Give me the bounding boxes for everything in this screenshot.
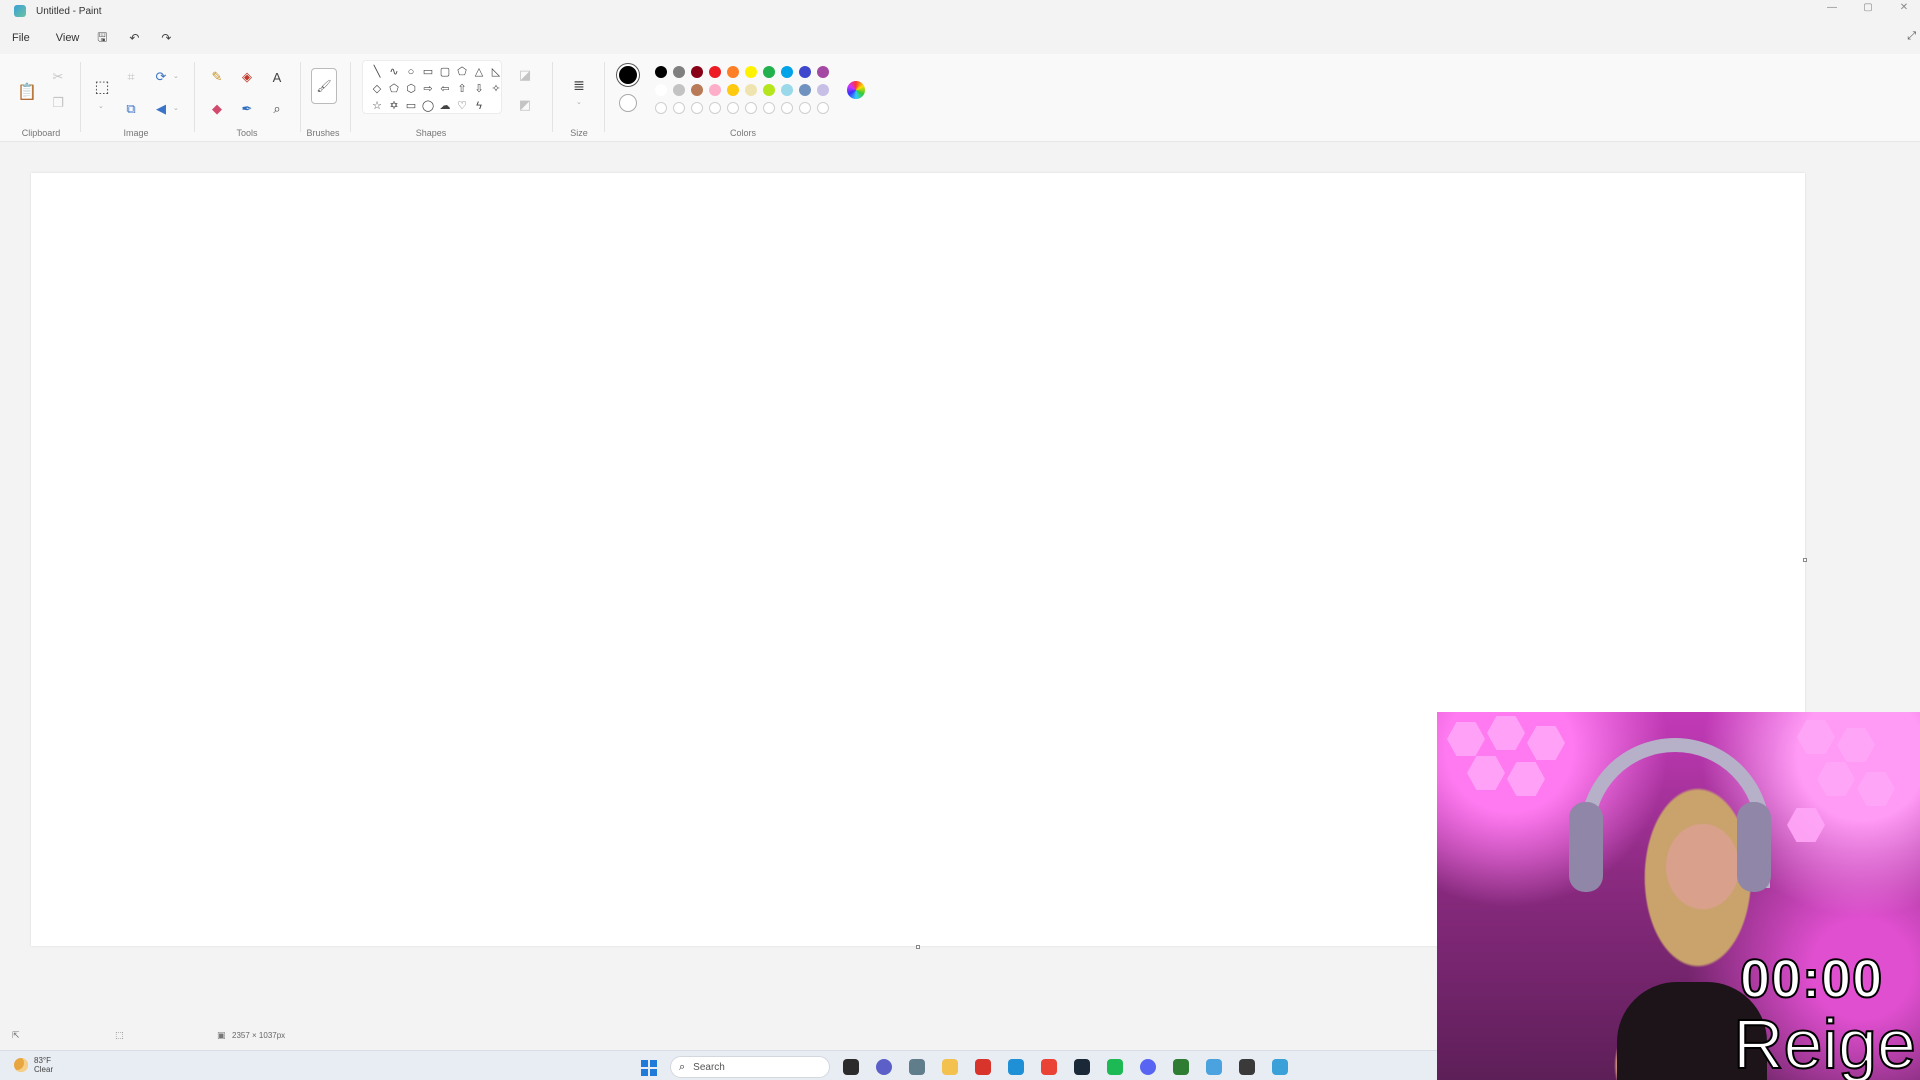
taskbar-app-icon[interactable] (1107, 1059, 1123, 1075)
taskbar-app-icon[interactable] (1206, 1059, 1222, 1075)
paint-window: Untitled - Paint — ▢ ✕ File View 🖫 ↶ ↷ ⤢… (0, 0, 1920, 1080)
taskbar-app-icon[interactable] (1008, 1059, 1024, 1075)
minimize-icon[interactable]: — (1822, 2, 1842, 13)
canvas-resize-handle-bottom[interactable] (916, 945, 920, 949)
ribbon-divider (194, 62, 195, 132)
line-size-icon[interactable]: ≣ (570, 76, 588, 94)
taskbar-app-icon[interactable] (843, 1059, 859, 1075)
maximize-icon[interactable]: ▢ (1858, 2, 1878, 13)
file-menu[interactable]: File (12, 32, 30, 44)
paint-app-icon (14, 5, 26, 17)
resize-icon[interactable]: ⧉ (122, 100, 140, 118)
streamer-name: Reige (1732, 1004, 1917, 1080)
flip-icon[interactable]: ◀ (152, 100, 170, 118)
cut-icon[interactable]: ✂ (49, 68, 67, 86)
search-placeholder: Search (693, 1061, 725, 1073)
ribbon-divider (300, 62, 301, 132)
pencil-icon[interactable]: ✎ (208, 68, 226, 86)
ribbon-divider (80, 62, 81, 132)
outline-icon[interactable]: ◪ (516, 66, 534, 84)
cursor-position-icon: ⇱ (12, 1030, 20, 1040)
title-bar: Untitled - Paint — ▢ ✕ (0, 0, 1920, 22)
stream-timer: 00:00 (1739, 948, 1884, 1010)
ribbon-divider (350, 62, 351, 132)
brush-icon[interactable]: 🖌 (311, 68, 337, 104)
taskbar-app-icon[interactable] (1272, 1059, 1288, 1075)
text-icon[interactable]: A (268, 68, 286, 86)
tools-group-label: Tools (236, 128, 258, 138)
selection-size-icon: ⬚ (115, 1030, 124, 1040)
weather-description: Clear (34, 1065, 54, 1074)
window-controls: — ▢ ✕ (1822, 2, 1914, 13)
close-icon[interactable]: ✕ (1894, 2, 1914, 13)
colors-group-label: Colors (729, 128, 756, 138)
menu-bar: File View 🖫 ↶ ↷ ⤢ (0, 26, 1920, 50)
copy-icon[interactable]: ❐ (49, 94, 67, 112)
canvas-size-icon: ▣ (217, 1030, 226, 1040)
search-icon: ⌕ (679, 1060, 686, 1073)
colors-group: Colors (608, 58, 878, 140)
rotate-icon[interactable]: ⟳ (152, 68, 170, 86)
clipboard-group: 📋 ✂ ❐ Clipboard (4, 58, 78, 140)
eraser-icon[interactable]: ◆ (208, 100, 226, 118)
size-group-label: Size (570, 128, 588, 138)
ribbon-divider (604, 62, 605, 132)
taskbar-app-icon[interactable] (1239, 1059, 1255, 1075)
fullscreen-icon[interactable]: ⤢ (1907, 30, 1916, 43)
taskbar-app-icon[interactable] (975, 1059, 991, 1075)
taskbar-app-icon[interactable] (909, 1059, 925, 1075)
canvas-resize-handle-right[interactable] (1803, 558, 1807, 562)
moon-icon (14, 1058, 28, 1072)
shapes-group: Shapes (356, 58, 506, 140)
ribbon-divider (552, 62, 553, 132)
color-picker-icon[interactable]: ✒ (238, 100, 256, 118)
brushes-group-label: Brushes (306, 128, 340, 138)
taskbar-app-icon[interactable] (1173, 1059, 1189, 1075)
shape-fill-icon[interactable]: ◩ (516, 96, 534, 114)
paste-icon[interactable]: 📋 (16, 80, 38, 104)
taskbar-app-icon[interactable] (942, 1059, 958, 1075)
tools-group: ✎ ◈ A ◆ ✒ ⌕ Tools (198, 58, 296, 140)
taskbar-app-icon[interactable] (876, 1059, 892, 1075)
taskbar-app-icon[interactable] (1074, 1059, 1090, 1075)
size-group: ≣ ⌄ Size (556, 58, 602, 140)
redo-icon[interactable]: ↷ (157, 29, 175, 47)
select-dropdown-icon[interactable]: ⌄ (98, 102, 104, 110)
fill-icon[interactable]: ◈ (238, 68, 256, 86)
crop-icon[interactable]: ⌗ (122, 68, 140, 86)
clipboard-group-label: Clipboard (21, 128, 61, 138)
weather-widget[interactable]: 83°F Clear (14, 1056, 53, 1074)
ribbon-toolbar: 📋 ✂ ❐ Clipboard ⬚ ⌄ ⌗ ⧉ ⟳ ◀ ⌄ ⌄ Image ✎ … (0, 54, 1920, 142)
webcam-overlay: 00:00 Reige (1437, 712, 1920, 1080)
rotate-dropdown-icon[interactable]: ⌄ (173, 72, 179, 80)
image-group: ⬚ ⌄ ⌗ ⧉ ⟳ ◀ ⌄ ⌄ Image (84, 58, 188, 140)
weather-temperature: 83°F (34, 1056, 51, 1065)
taskbar-app-icon[interactable] (1041, 1059, 1057, 1075)
save-icon[interactable]: 🖫 (93, 29, 111, 47)
view-menu[interactable]: View (56, 32, 80, 44)
undo-icon[interactable]: ↶ (125, 29, 143, 47)
taskbar-app-icon[interactable] (1140, 1059, 1156, 1075)
flip-dropdown-icon[interactable]: ⌄ (173, 104, 179, 112)
windows-start-icon[interactable] (641, 1060, 657, 1076)
size-dropdown-icon[interactable]: ⌄ (576, 98, 582, 106)
magnifier-icon[interactable]: ⌕ (268, 100, 286, 118)
select-icon[interactable]: ⬚ (91, 76, 113, 98)
taskbar-search-box[interactable]: ⌕ Search (670, 1056, 830, 1078)
image-group-label: Image (123, 128, 149, 138)
canvas-size-text: 2357 × 1037px (232, 1031, 286, 1040)
shapes-group-label: Shapes (415, 128, 447, 138)
window-title: Untitled - Paint (36, 5, 102, 17)
